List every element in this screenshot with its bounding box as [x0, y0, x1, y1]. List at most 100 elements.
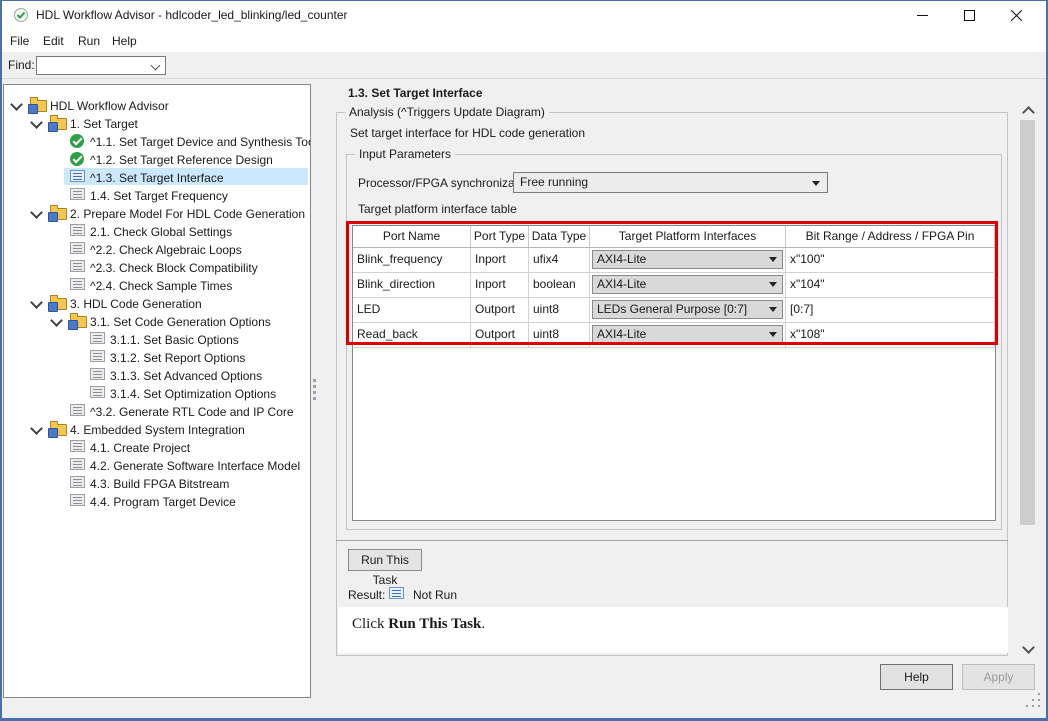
tree-item[interactable]: 4.1. Create Project	[4, 438, 310, 456]
task-icon	[70, 476, 85, 488]
interface-cell: AXI4-Lite	[590, 248, 786, 272]
tree-item[interactable]: 3.1. Set Code Generation Options	[4, 312, 310, 330]
table-cell[interactable]: Blink_frequency	[353, 248, 471, 272]
help-button[interactable]: Help	[880, 664, 953, 690]
interface-dropdown[interactable]: AXI4-Lite	[592, 325, 783, 344]
splitter-handle[interactable]	[313, 397, 316, 400]
tree-item[interactable]: 1.4. Set Target Frequency	[4, 186, 310, 204]
maximize-button[interactable]	[946, 0, 993, 30]
interface-dropdown[interactable]: LEDs General Purpose [0:7]	[592, 300, 783, 319]
tree-item[interactable]: 4.2. Generate Software Interface Model	[4, 456, 310, 474]
tree-item[interactable]: 3.1.1. Set Basic Options	[4, 330, 310, 348]
vertical-scrollbar[interactable]	[1019, 100, 1036, 658]
table-cell[interactable]: x"108"	[786, 323, 995, 347]
tree-item-label: ^2.3. Check Block Compatibility	[90, 261, 258, 275]
resize-grip[interactable]	[1032, 699, 1034, 701]
table-cell[interactable]: uint8	[529, 298, 590, 322]
table-cell[interactable]: Outport	[471, 298, 529, 322]
tree-item[interactable]: HDL Workflow Advisor	[4, 96, 310, 114]
interface-cell: AXI4-Lite	[590, 323, 786, 347]
table-cell[interactable]: uint8	[529, 323, 590, 347]
table-cell[interactable]: Inport	[471, 248, 529, 272]
scroll-up-icon[interactable]	[1022, 106, 1035, 119]
task-icon	[90, 386, 105, 398]
table-cell[interactable]: Read_back	[353, 323, 471, 347]
chevron-down-icon[interactable]	[151, 61, 161, 71]
chevron-down-icon[interactable]	[10, 98, 23, 111]
tree-item-label: 3.1.2. Set Report Options	[110, 351, 245, 365]
splitter-handle[interactable]	[313, 391, 316, 394]
tree-item[interactable]: ^1.1. Set Target Device and Synthesis To…	[4, 132, 310, 150]
table-cell[interactable]: [0:7]	[786, 298, 995, 322]
menubar: File Edit Run Help	[0, 30, 1048, 52]
menu-edit[interactable]: Edit	[43, 30, 64, 52]
tree-item[interactable]: ^3.2. Generate RTL Code and IP Core	[4, 402, 310, 420]
tree-item[interactable]: 2.1. Check Global Settings	[4, 222, 310, 240]
tree-item[interactable]: 2. Prepare Model For HDL Code Generation	[4, 204, 310, 222]
task-icon	[70, 494, 85, 506]
report-text: Click Run This Task.	[352, 616, 1008, 633]
tree-item-label: ^1.3. Set Target Interface	[90, 171, 224, 185]
task-icon	[70, 224, 85, 236]
tree-item[interactable]: 3.1.2. Set Report Options	[4, 348, 310, 366]
tree-item[interactable]: ^2.3. Check Block Compatibility	[4, 258, 310, 276]
chevron-down-icon[interactable]	[30, 206, 43, 219]
toolbar: Find:	[0, 52, 1048, 79]
tree-item[interactable]: ^2.4. Check Sample Times	[4, 276, 310, 294]
close-button[interactable]	[993, 0, 1040, 30]
tree-item[interactable]: ^2.2. Check Algebraic Loops	[4, 240, 310, 258]
interface-dropdown[interactable]: AXI4-Lite	[592, 275, 783, 294]
tree-item[interactable]: 4.4. Program Target Device	[4, 492, 310, 510]
dropdown-arrow-icon	[769, 282, 777, 287]
table-cell[interactable]: Outport	[471, 323, 529, 347]
table-cell[interactable]: boolean	[529, 273, 590, 297]
result-status-icon	[389, 587, 404, 599]
table-cell[interactable]: x"100"	[786, 248, 995, 272]
tree-item[interactable]: 4. Embedded System Integration	[4, 420, 310, 438]
tree-item[interactable]: 3. HDL Code Generation	[4, 294, 310, 312]
splitter-handle[interactable]	[313, 385, 316, 388]
menu-run[interactable]: Run	[78, 30, 100, 52]
chevron-down-icon[interactable]	[30, 296, 43, 309]
table-cell[interactable]: Blink_direction	[353, 273, 471, 297]
tree-item[interactable]: ^1.2. Set Target Reference Design	[4, 150, 310, 168]
menu-help[interactable]: Help	[112, 30, 137, 52]
tree-item[interactable]: 3.1.3. Set Advanced Options	[4, 366, 310, 384]
table-cell[interactable]: ufix4	[529, 248, 590, 272]
interface-cell: LEDs General Purpose [0:7]	[590, 298, 786, 322]
interface-table: Port NamePort TypeData TypeTarget Platfo…	[352, 225, 996, 521]
chevron-down-icon[interactable]	[50, 314, 63, 327]
table-cell[interactable]: LED	[353, 298, 471, 322]
tree-item[interactable]: 3.1.4. Set Optimization Options	[4, 384, 310, 402]
resize-grip[interactable]	[1032, 705, 1034, 707]
folder-icon	[50, 118, 67, 130]
minimize-button[interactable]	[899, 0, 946, 30]
tree-item-label: ^2.2. Check Algebraic Loops	[90, 243, 242, 257]
find-input[interactable]	[36, 56, 166, 75]
folder-icon	[70, 316, 87, 328]
resize-grip[interactable]	[1026, 705, 1028, 707]
sync-label: Processor/FPGA synchronization:	[358, 176, 537, 190]
run-this-task-button[interactable]: Run This Task	[348, 549, 422, 571]
menu-file[interactable]: File	[10, 30, 29, 52]
resize-grip[interactable]	[1038, 699, 1040, 701]
section-divider	[336, 540, 1008, 541]
tree-item[interactable]: ^1.3. Set Target Interface	[4, 168, 310, 186]
tree-item[interactable]: 4.3. Build FPGA Bitstream	[4, 474, 310, 492]
resize-grip[interactable]	[1038, 693, 1040, 695]
interface-dropdown-value: LEDs General Purpose [0:7]	[597, 302, 747, 316]
scroll-down-icon[interactable]	[1022, 641, 1035, 654]
table-cell[interactable]: Inport	[471, 273, 529, 297]
tree-item[interactable]: 1. Set Target	[4, 114, 310, 132]
resize-grip[interactable]	[1038, 705, 1040, 707]
chevron-down-icon[interactable]	[30, 422, 43, 435]
sync-dropdown[interactable]: Free running	[513, 172, 828, 193]
task-icon	[90, 350, 105, 362]
splitter-handle[interactable]	[313, 379, 316, 382]
column-header: Bit Range / Address / FPGA Pin	[786, 226, 995, 247]
interface-dropdown[interactable]: AXI4-Lite	[592, 250, 783, 269]
dropdown-arrow-icon	[769, 332, 777, 337]
table-cell[interactable]: x"104"	[786, 273, 995, 297]
chevron-down-icon[interactable]	[30, 116, 43, 129]
scrollbar-thumb[interactable]	[1020, 120, 1035, 525]
